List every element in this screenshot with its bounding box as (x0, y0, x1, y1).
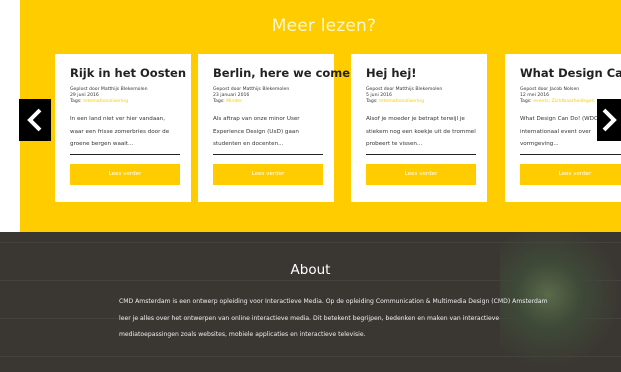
card-excerpt: Als aftrap van onze minor User Experienc… (213, 116, 300, 147)
read-more-button[interactable]: Lees verder (366, 164, 476, 185)
card-tags-row: Tags: Minder (213, 99, 289, 105)
carousel-next-button[interactable] (597, 99, 621, 141)
card-divider (213, 154, 323, 155)
card-meta: Gepost door Matthijs Blekemolen 23 janua… (213, 87, 289, 105)
card-divider (70, 154, 180, 155)
card-excerpt: Alsof je moeder je betrapt terwijl je st… (366, 116, 476, 147)
card-title[interactable]: Berlin, here we come! (213, 66, 355, 80)
chevron-left-icon (27, 108, 42, 132)
card-divider (366, 154, 476, 155)
card-tags-label: Tags: (213, 99, 225, 104)
card-tags-label: Tags: (70, 99, 82, 104)
article-card: Rijk in het Oosten Geplost door Matthijs… (55, 54, 191, 202)
card-excerpt: In een land niet ver hier vandaan, waar … (70, 116, 170, 147)
card-tags-label: Tags: (520, 99, 532, 104)
card-title[interactable]: What Design Can Do! (520, 66, 621, 80)
card-tags-label: Tags: (366, 99, 378, 104)
card-tags-row: Tags: events, Zichtbaarheidsgen (520, 99, 595, 105)
card-tags-row: Tags: Internationalisering (366, 99, 442, 105)
card-meta: Gepost door Jacob Nolsen 12 mei 2016 Tag… (520, 87, 595, 105)
about-text: CMD Amsterdam is een ontwerp opleiding v… (119, 298, 548, 338)
section-heading: Meer lezen? (271, 16, 377, 36)
card-tag-link[interactable]: Internationalisering (379, 99, 424, 104)
card-divider (520, 154, 621, 155)
carousel-prev-button[interactable] (19, 99, 51, 141)
card-meta: Geplost door Matthijs Blekemolen 29 juni… (70, 87, 148, 105)
article-card: Hej hej! Gepost door Matthijs Blekemolen… (351, 54, 487, 202)
read-more-button[interactable]: Lees verder (70, 164, 180, 185)
about-title: About (290, 262, 331, 278)
card-tag-link[interactable]: Minder (226, 99, 242, 104)
card-meta: Gepost door Matthijs Blekemolen 5 juni 2… (366, 87, 442, 105)
card-tags-row: Tags: Internationalisering (70, 99, 148, 105)
article-card: Berlin, here we come! Gepost door Matthi… (198, 54, 355, 202)
card-tag-link[interactable]: Internationalisering (83, 99, 128, 104)
card-tag-link[interactable]: events, Zichtbaarheidsgen (533, 99, 594, 104)
card-title[interactable]: Rijk in het Oosten (70, 66, 186, 80)
read-more-button[interactable]: Lees verder (520, 164, 621, 185)
chevron-right-icon (602, 108, 617, 132)
card-title[interactable]: Hej hej! (366, 66, 417, 80)
read-more-button[interactable]: Lees verder (213, 164, 323, 185)
about-section: About CMD Amsterdam is een ontwerp oplei… (0, 232, 621, 372)
